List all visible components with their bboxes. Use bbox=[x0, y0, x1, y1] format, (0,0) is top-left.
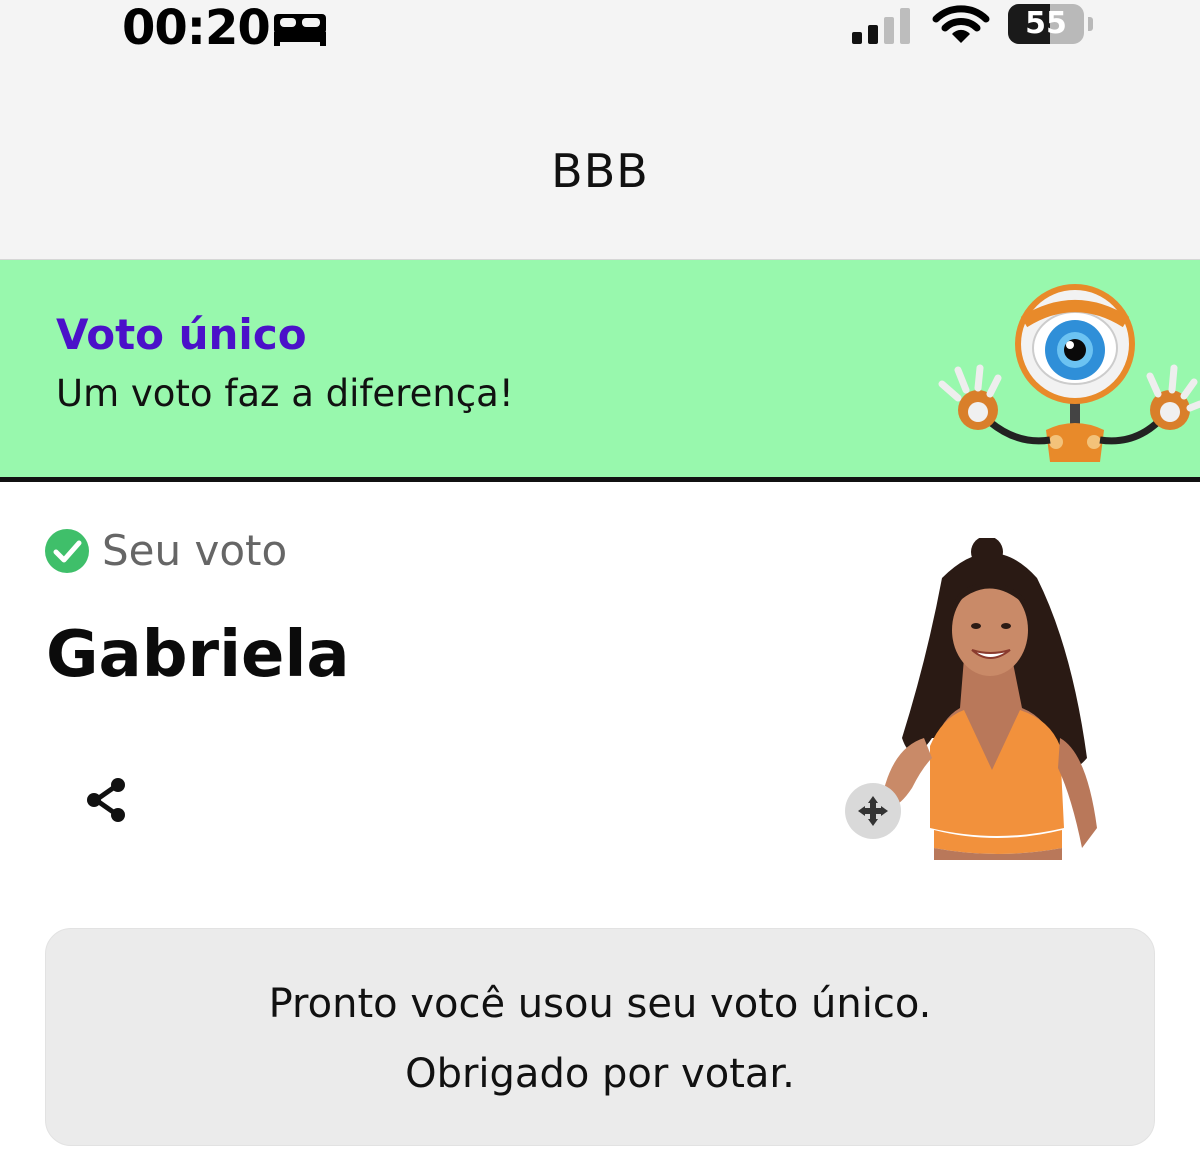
status-bar: 00:20 55 bbox=[0, 0, 1200, 60]
banner-subtitle: Um voto faz a diferença! bbox=[56, 372, 514, 415]
vote-status-label: Seu voto bbox=[102, 526, 288, 575]
candidate-name: Gabriela bbox=[46, 618, 350, 692]
confirmation-line-1: Pronto você usou seu voto único. bbox=[268, 981, 932, 1027]
wifi-icon bbox=[932, 4, 990, 50]
status-time: 00:20 bbox=[122, 0, 271, 56]
cellular-signal-icon bbox=[850, 6, 914, 50]
move-arrows-icon bbox=[858, 796, 888, 826]
battery-percent: 55 bbox=[1025, 6, 1067, 41]
candidate-photo bbox=[872, 536, 1112, 864]
confirmation-line-2: Obrigado por votar. bbox=[405, 1051, 795, 1097]
bed-icon bbox=[272, 8, 328, 52]
vote-banner: Voto único Um voto faz a diferença! bbox=[0, 260, 1200, 482]
move-button[interactable] bbox=[845, 783, 901, 839]
confirmation-message-box: Pronto você usou seu voto único. Obrigad… bbox=[45, 928, 1155, 1146]
page-title: BBB bbox=[551, 144, 649, 198]
big-brother-eye-mascot-icon bbox=[928, 280, 1200, 474]
check-circle-icon bbox=[44, 528, 90, 578]
share-icon bbox=[87, 778, 125, 822]
battery-icon: 55 bbox=[1008, 4, 1093, 46]
banner-title: Voto único bbox=[56, 310, 307, 359]
nav-bar: BBB bbox=[0, 60, 1200, 260]
share-button[interactable] bbox=[84, 776, 128, 824]
